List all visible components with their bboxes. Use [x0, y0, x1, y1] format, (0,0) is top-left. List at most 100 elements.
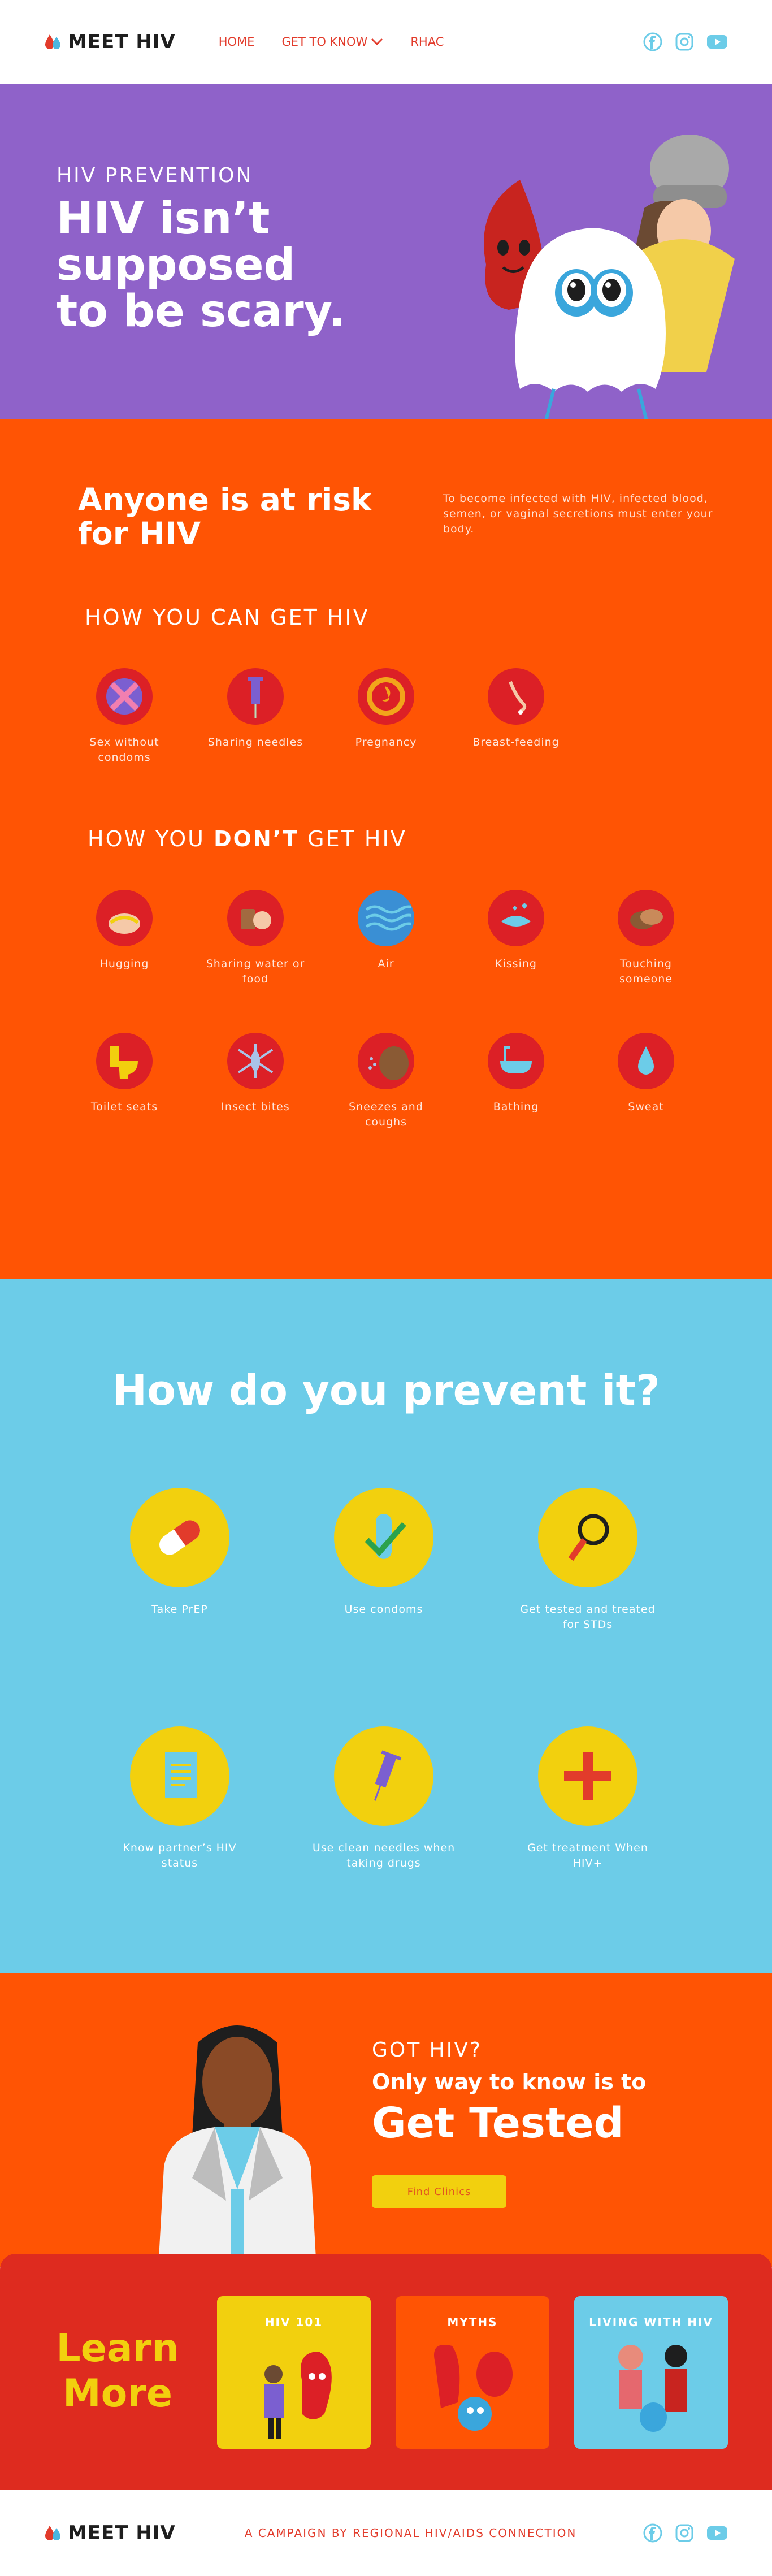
tested-sub: Only way to know is to	[372, 2070, 647, 2094]
sweat-drop-icon	[618, 1033, 674, 1089]
get-tested-section: GOT HIV? Only way to know is to Get Test…	[0, 1973, 772, 2268]
facebook-icon[interactable]	[643, 32, 662, 51]
hero-kicker: HIV PREVENTION	[57, 164, 253, 187]
dont-item: Kissing	[462, 890, 570, 972]
footer-logo-text: MEET HIV	[68, 2522, 176, 2544]
prevention-label: Take PrEP	[151, 1603, 208, 1616]
breast-feeding-icon	[488, 668, 544, 725]
dont-heading: HOW YOU DON’T GET HIV	[88, 826, 407, 851]
plus-icon	[538, 1726, 637, 1826]
sex-without-condoms-icon	[96, 668, 153, 725]
dont-item: Bathing	[462, 1033, 570, 1115]
dont-item-label: Insect bites	[221, 1101, 290, 1113]
dont-item-label: Sharing water or food	[206, 958, 305, 985]
dont-item-label: Toilet seats	[90, 1101, 158, 1113]
prevention-item: Use clean needles when taking drugs	[310, 1726, 457, 1871]
living-with-hiv-illustration	[618, 2345, 687, 2432]
instagram-icon[interactable]	[675, 32, 694, 51]
dont-item: Hugging	[71, 890, 178, 972]
dont-item-label: Hugging	[99, 958, 149, 970]
dont-item: Sharing water or food	[202, 890, 309, 987]
syringe-icon	[334, 1726, 433, 1826]
touching-icon	[618, 890, 674, 946]
sharing-food-icon	[227, 890, 284, 946]
dont-item-label: Sweat	[628, 1101, 664, 1113]
mosquito-icon	[227, 1033, 284, 1089]
site-logo[interactable]: MEET HIV	[44, 31, 176, 53]
dont-heading-a: HOW YOU	[88, 826, 214, 851]
risk-title: Anyone is at risk for HIV	[78, 482, 372, 552]
nav-rhac[interactable]: RHAC	[410, 35, 444, 49]
learn-more-title: Learn More	[56, 2326, 179, 2416]
tested-title: Get Tested	[372, 2099, 624, 2148]
hugging-icon	[96, 890, 153, 946]
social-links	[643, 32, 728, 51]
pregnancy-icon	[358, 668, 414, 725]
campaign-link[interactable]: A CAMPAIGN BY REGIONAL HIV/AIDS CONNECTI…	[245, 2526, 577, 2540]
can-item: Sex without condoms	[71, 668, 178, 765]
sneeze-icon	[358, 1033, 414, 1089]
nav-home[interactable]: HOME	[219, 35, 255, 49]
chevron-down-icon	[371, 38, 383, 46]
prevention-label: Use clean needles when taking drugs	[312, 1842, 456, 1869]
card-title: MYTHS	[447, 2315, 498, 2329]
hero-title: HIV isn’t supposed to be scary.	[57, 193, 345, 337]
prevention-label: Get treatment When HIV+	[527, 1842, 648, 1869]
card-title: HIV 101	[264, 2315, 323, 2329]
prevention-item: Get tested and treated for STDs	[514, 1488, 661, 1633]
doctor-illustration	[158, 2025, 316, 2268]
footer-logo[interactable]: MEET HIV	[44, 2522, 176, 2544]
prevention-section: How do you prevent it? Take PrEP Use con…	[0, 1279, 772, 1973]
nav-get-to-know-label: GET TO KNOW	[281, 35, 368, 49]
dont-item-label: Bathing	[493, 1101, 539, 1113]
nav-get-to-know[interactable]: GET TO KNOW	[281, 35, 383, 49]
myths-illustration	[434, 2345, 513, 2431]
prevention-label: Know partner’s HIV status	[123, 1842, 237, 1869]
site-footer: MEET HIV A CAMPAIGN BY REGIONAL HIV/AIDS…	[0, 2490, 772, 2576]
card-living-with-hiv[interactable]: LIVING WITH HIV	[574, 2296, 728, 2449]
footer-social-links	[643, 2523, 728, 2543]
dont-heading-c: GET HIV	[299, 826, 407, 851]
prevention-item: Get treatment When HIV+	[514, 1726, 661, 1871]
card-hiv-101[interactable]: HIV 101	[217, 2296, 371, 2449]
bathtub-icon	[488, 1033, 544, 1089]
dont-item-label: Sneezes and coughs	[349, 1101, 423, 1128]
dont-item: Sneezes and coughs	[332, 1033, 440, 1130]
hiv-101-illustration	[264, 2352, 332, 2439]
dont-item: Toilet seats	[71, 1033, 178, 1115]
prevention-title: How do you prevent it?	[112, 1366, 660, 1415]
can-item-label: Pregnancy	[355, 736, 417, 748]
toilet-icon	[96, 1033, 153, 1089]
facebook-icon[interactable]	[643, 2523, 662, 2543]
can-item: Pregnancy	[332, 668, 440, 750]
prevention-item: Use condoms	[310, 1488, 457, 1617]
card-myths[interactable]: MYTHS	[396, 2296, 549, 2449]
can-item-label: Breast-feeding	[472, 736, 560, 748]
logo-text: MEET HIV	[68, 31, 176, 53]
can-item-label: Sex without condoms	[89, 736, 159, 764]
hero-section: HIV PREVENTION HIV isn’t supposed to be …	[0, 84, 772, 435]
prevention-item: Know partner’s HIV status	[106, 1726, 253, 1871]
air-icon	[358, 890, 414, 946]
can-item: Breast-feeding	[462, 668, 570, 750]
kissing-icon	[488, 890, 544, 946]
instagram-icon[interactable]	[675, 2523, 694, 2543]
can-item-label: Sharing needles	[207, 736, 303, 748]
dont-item: Sweat	[592, 1033, 700, 1115]
pill-icon	[130, 1488, 229, 1587]
dont-item: Touching someone	[592, 890, 700, 987]
risk-text: To become infected with HIV, infected bl…	[443, 492, 713, 535]
prevention-label: Get tested and treated for STDs	[520, 1603, 656, 1631]
youtube-icon[interactable]	[706, 2525, 728, 2541]
condom-check-icon	[334, 1488, 433, 1587]
main-nav: HOME GET TO KNOW RHAC	[219, 35, 444, 49]
youtube-icon[interactable]	[706, 34, 728, 50]
card-title: LIVING WITH HIV	[589, 2315, 713, 2329]
dont-item: Air	[332, 890, 440, 972]
tested-kicker: GOT HIV?	[372, 2038, 483, 2062]
prevention-item: Take PrEP	[106, 1488, 253, 1617]
drops-icon	[44, 33, 63, 50]
document-icon	[130, 1726, 229, 1826]
risk-section: Anyone is at risk for HIV To become infe…	[0, 419, 772, 1279]
find-clinics-button[interactable]: Find Clinics	[372, 2175, 506, 2208]
